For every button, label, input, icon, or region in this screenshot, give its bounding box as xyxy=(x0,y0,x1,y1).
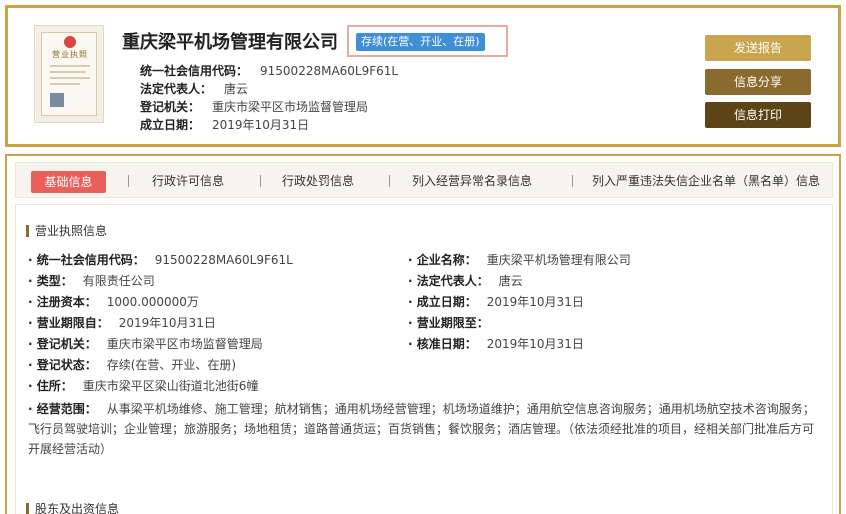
field-label: · 法定代表人： xyxy=(408,274,489,288)
field-term-to: · 营业期限至： xyxy=(408,314,499,331)
tab-separator xyxy=(572,175,573,187)
field-label: · 住所： xyxy=(28,379,73,393)
field-label: · 登记机关： xyxy=(28,337,97,351)
field-business-scope: · 经营范围： 从事梁平机场维修、施工管理；航材销售；通用机场经营管理；机场场道维… xyxy=(28,399,820,459)
field-label: · 注册资本： xyxy=(28,295,97,309)
field-label: · 登记状态： xyxy=(28,358,97,372)
tab-separator xyxy=(389,175,390,187)
field-label: · 统一社会信用代码： xyxy=(28,253,145,267)
field-value: 2019年10月31日 xyxy=(118,316,216,330)
field-label: · 成立日期： xyxy=(408,295,477,309)
tab-admin-license[interactable]: 行政许可信息 xyxy=(152,172,224,189)
field-value: 重庆市梁平区市场监督管理局 xyxy=(106,337,263,351)
field-label: · 经营范围： xyxy=(28,402,97,416)
header-legal-rep-value: 唐云 xyxy=(224,82,249,96)
field-label: · 类型： xyxy=(28,274,73,288)
header-authority-value: 重庆市梁平区市场监督管理局 xyxy=(212,100,369,114)
header-established-row: 成立日期： 2019年10月31日 xyxy=(140,116,309,133)
field-value: 有限责任公司 xyxy=(82,274,155,288)
header-established-label: 成立日期： xyxy=(140,118,201,132)
field-value: 2019年10月31日 xyxy=(486,337,584,351)
field-label: · 核准日期： xyxy=(408,337,477,351)
tab-basic-info[interactable]: 基础信息 xyxy=(31,171,106,193)
basic-info-panel: 营业执照信息 · 统一社会信用代码： 91500228MA60L9F61L · 类… xyxy=(15,204,833,514)
license-frame: 营业执照 xyxy=(41,32,97,116)
tab-blacklist[interactable]: 列入严重违法失信企业名单（黑名单）信息 xyxy=(592,172,820,189)
field-approval-date: · 核准日期： 2019年10月31日 xyxy=(408,335,584,352)
business-license-image[interactable]: 营业执照 xyxy=(34,25,104,123)
field-registration-authority: · 登记机关： 重庆市梁平区市场监督管理局 xyxy=(28,335,263,352)
field-value: 重庆梁平机场管理有限公司 xyxy=(486,253,631,267)
header-authority-row: 登记机关： 重庆市梁平区市场监督管理局 xyxy=(140,98,368,115)
field-label: · 营业期限至： xyxy=(408,316,489,330)
section-title-license: 营业执照信息 xyxy=(26,225,107,237)
header-legal-rep-row: 法定代表人： 唐云 xyxy=(140,80,248,97)
section-title-shareholders: 股东及出资信息 xyxy=(26,503,119,514)
tab-separator xyxy=(260,175,261,187)
field-value: 1000.000000万 xyxy=(106,295,199,309)
header-credit-code-value: 91500228MA60L9F61L xyxy=(260,64,399,78)
qr-code-icon xyxy=(50,93,64,107)
field-established-date: · 成立日期： 2019年10月31日 xyxy=(408,293,584,310)
field-value: 重庆市梁平区梁山街道北池街6幢 xyxy=(82,379,259,393)
field-registered-capital: · 注册资本： 1000.000000万 xyxy=(28,293,199,310)
send-report-button[interactable]: 发送报告 xyxy=(705,35,811,61)
license-line xyxy=(50,83,80,85)
header-credit-code-label: 统一社会信用代码： xyxy=(140,64,249,78)
status-badge: 存续(在营、开业、在册) xyxy=(356,33,485,51)
field-company-name: · 企业名称： 重庆梁平机场管理有限公司 xyxy=(408,251,631,268)
header-legal-rep-label: 法定代表人： xyxy=(140,82,213,96)
license-title: 营业执照 xyxy=(52,50,88,59)
field-term-from: · 营业期限自： 2019年10月31日 xyxy=(28,314,216,331)
field-credit-code: · 统一社会信用代码： 91500228MA60L9F61L xyxy=(28,251,293,268)
field-value: 存续(在营、开业、在册) xyxy=(106,358,237,372)
license-line xyxy=(50,65,90,67)
field-value: 2019年10月31日 xyxy=(486,295,584,309)
header-credit-code-row: 统一社会信用代码： 91500228MA60L9F61L xyxy=(140,62,398,79)
header-established-value: 2019年10月31日 xyxy=(212,118,310,132)
tab-separator xyxy=(128,175,129,187)
field-value: 从事梁平机场维修、施工管理；航材销售；通用机场经营管理；机场场道维护；通用航空信… xyxy=(28,402,815,456)
print-info-button[interactable]: 信息打印 xyxy=(705,102,811,128)
license-line xyxy=(50,77,90,79)
field-value: 91500228MA60L9F61L xyxy=(154,253,293,267)
license-line xyxy=(50,71,86,73)
tab-admin-penalty[interactable]: 行政处罚信息 xyxy=(282,172,354,189)
field-label: · 企业名称： xyxy=(408,253,477,267)
field-type: · 类型： 有限责任公司 xyxy=(28,272,155,289)
share-info-button[interactable]: 信息分享 xyxy=(705,69,811,95)
company-name-title: 重庆梁平机场管理有限公司 xyxy=(122,32,338,53)
company-detail-card: 基础信息 行政许可信息 行政处罚信息 列入经营异常名录信息 列入严重违法失信企业… xyxy=(5,154,841,514)
field-address: · 住所： 重庆市梁平区梁山街道北池街6幢 xyxy=(28,377,258,394)
header-authority-label: 登记机关： xyxy=(140,100,201,114)
field-registration-status: · 登记状态： 存续(在营、开业、在册) xyxy=(28,356,236,373)
field-value: 唐云 xyxy=(498,274,523,288)
tab-abnormal-list[interactable]: 列入经营异常名录信息 xyxy=(412,172,532,189)
tab-bar: 基础信息 行政许可信息 行政处罚信息 列入经营异常名录信息 列入严重违法失信企业… xyxy=(15,162,833,198)
national-emblem-icon xyxy=(64,36,76,48)
field-label: · 营业期限自： xyxy=(28,316,109,330)
field-legal-representative: · 法定代表人： 唐云 xyxy=(408,272,523,289)
